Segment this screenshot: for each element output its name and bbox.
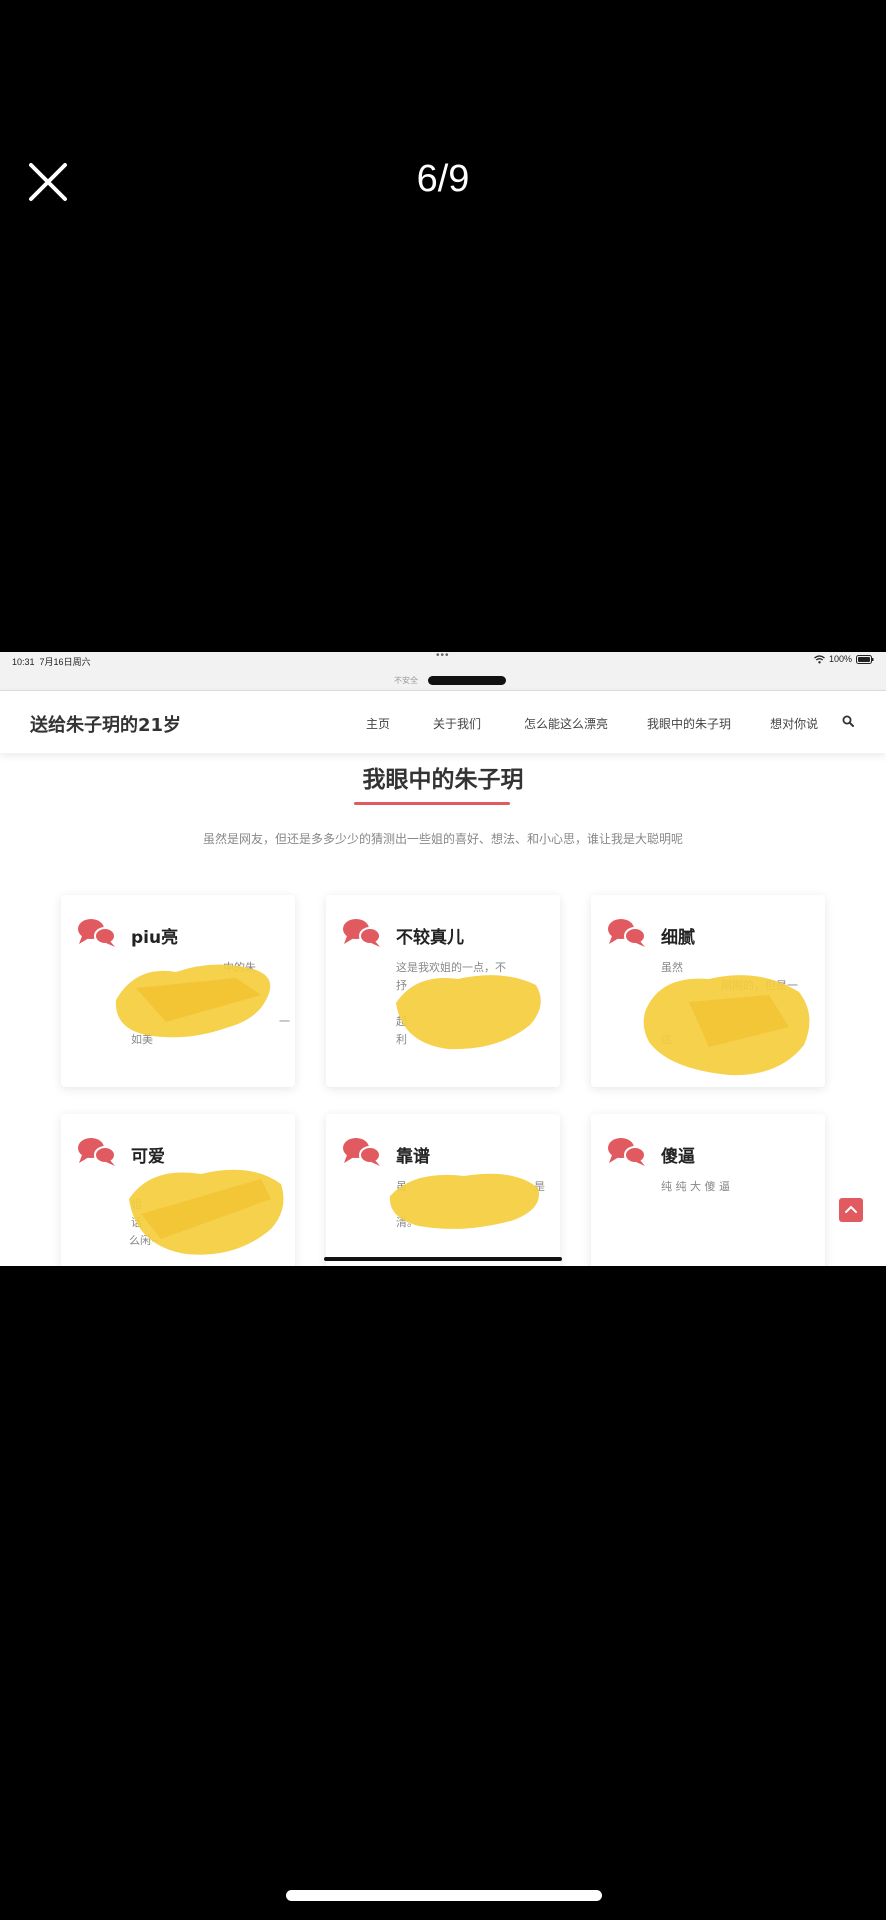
card-title: 细腻 — [661, 928, 695, 948]
nav-about[interactable]: 关于我们 — [433, 715, 481, 732]
home-indicator[interactable] — [286, 1890, 602, 1901]
status-right: 100% — [814, 654, 874, 664]
card-piu-liang: piu亮 中的朱 一 如美 — [61, 895, 295, 1087]
nav-in-my-eyes[interactable]: 我眼中的朱子玥 — [647, 715, 731, 732]
redaction-scribble — [129, 1169, 284, 1255]
wifi-icon — [814, 654, 825, 663]
chat-bubbles-icon — [78, 919, 116, 947]
card-sha-bi: 傻逼 纯 纯 大 傻 逼 — [591, 1114, 825, 1266]
title-underline — [354, 802, 510, 805]
redacted-url — [428, 676, 506, 685]
card-text: 纯 纯 大 傻 逼 — [661, 1178, 811, 1196]
redaction-scribble — [389, 1173, 539, 1229]
redaction-scribble — [396, 975, 541, 1050]
redaction-scribble — [115, 964, 271, 1038]
status-bar: 10:31 7月16日周六 ••• 100% — [0, 652, 886, 670]
battery-text: 100% — [828, 654, 852, 664]
insecure-label: 不安全 — [394, 676, 418, 685]
site-brand[interactable]: 送给朱子玥的21岁 — [30, 711, 181, 737]
chat-bubbles-icon — [343, 919, 381, 947]
date-text: 7月16日周六 — [39, 657, 91, 667]
redaction-scribble — [643, 975, 810, 1076]
card-ke-ai: 可爱 姐 话 么闲~ — [61, 1114, 295, 1266]
back-to-top-button[interactable] — [839, 1198, 863, 1222]
status-time: 10:31 7月16日周六 — [12, 655, 91, 668]
viewer-header: 6/9 — [0, 0, 886, 240]
card-xi-ni: 细腻 虽然 刚刚的，但是一 这 — [591, 895, 825, 1087]
section-subtitle: 虽然是网友，但还是多多少少的猜测出一些姐的喜好、想法、和小心思，谁让我是大聪明呢 — [202, 832, 683, 846]
nav-say-to-you[interactable]: 想对你说 — [770, 715, 818, 732]
nav-menu: 主页 关于我们 怎么能这么漂亮 我眼中的朱子玥 想对你说 — [366, 715, 818, 732]
card-title: 傻逼 — [661, 1147, 695, 1167]
nav-beautiful[interactable]: 怎么能这么漂亮 — [524, 715, 608, 732]
chat-bubbles-icon — [608, 919, 646, 947]
section-title: 我眼中的朱子玥 — [362, 767, 524, 793]
card-kao-pu: 靠谱 虽 是 清。 — [326, 1114, 560, 1266]
site-navbar: 送给朱子玥的21岁 主页 关于我们 怎么能这么漂亮 我眼中的朱子玥 想对你说 — [0, 691, 886, 753]
chat-bubbles-icon — [343, 1138, 381, 1166]
image-counter: 6/9 — [416, 158, 470, 200]
card-text-line: 纯 纯 大 傻 逼 — [661, 1180, 730, 1193]
chat-bubbles-icon — [78, 1138, 116, 1166]
card-title: 不较真儿 — [396, 928, 464, 948]
nav-home[interactable]: 主页 — [366, 715, 390, 732]
screenshot-image: 10:31 7月16日周六 ••• 100% 不安全 送给朱子玥的21岁 主页 … — [0, 652, 886, 1266]
url-bar[interactable]: 不安全 — [0, 670, 886, 691]
ipad-home-indicator — [324, 1257, 562, 1261]
arrow-up-icon — [845, 1205, 857, 1213]
battery-icon — [856, 654, 874, 664]
chat-bubbles-icon — [608, 1138, 646, 1166]
card-title: piu亮 — [131, 928, 179, 948]
search-icon[interactable] — [842, 715, 854, 727]
multitask-dots: ••• — [436, 652, 450, 661]
time-text: 10:31 — [12, 657, 35, 667]
card-bu-jiao-zhen-er: 不较真儿 这是我欢姐的一点，不 抒 起 利 — [326, 895, 560, 1087]
